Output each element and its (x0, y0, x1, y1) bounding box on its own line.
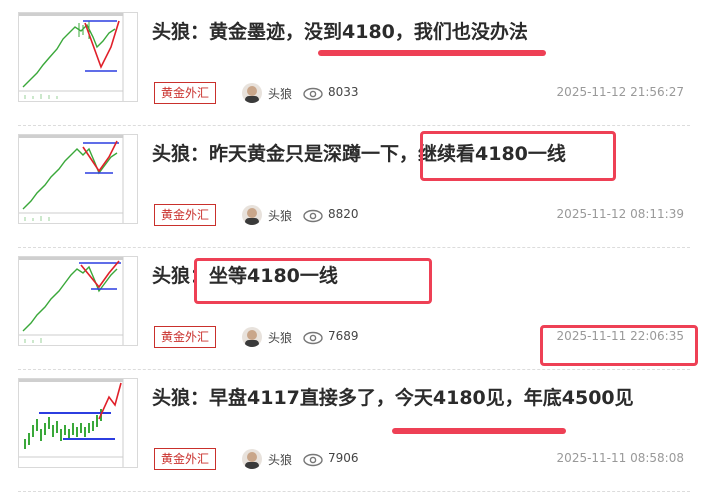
author-name[interactable]: 头狼 (268, 451, 292, 468)
author-avatar[interactable] (242, 449, 262, 469)
category-tag[interactable]: 黄金外汇 (154, 204, 217, 226)
chart-thumbnail-icon (19, 257, 137, 345)
publish-time: 2025-11-11 08:58:08 (556, 451, 684, 465)
article-thumbnail[interactable] (18, 256, 138, 346)
author-name[interactable]: 头狼 (268, 85, 292, 102)
article-thumbnail[interactable] (18, 12, 138, 102)
divider (18, 491, 690, 492)
underline-annotation (392, 428, 566, 434)
author-name[interactable]: 头狼 (268, 207, 292, 224)
chart-thumbnail-icon (19, 13, 137, 101)
author-avatar[interactable] (242, 83, 262, 103)
view-count: 7906 (328, 451, 359, 465)
box-annotation (194, 258, 432, 304)
category-tag[interactable]: 黄金外汇 (154, 448, 217, 470)
category-tag[interactable]: 黄金外汇 (154, 82, 217, 104)
article-title[interactable]: 头狼：黄金墨迹，没到4180，我们也没办法 (152, 12, 528, 52)
eye-icon (302, 330, 324, 349)
article-thumbnail[interactable] (18, 134, 138, 224)
article-item[interactable]: 头狼：黄金墨迹，没到4180，我们也没办法 黄金外汇 头狼 8033 2025-… (0, 4, 728, 126)
category-tag[interactable]: 黄金外汇 (154, 326, 217, 348)
author-name[interactable]: 头狼 (268, 329, 292, 346)
article-meta: 黄金外汇 头狼 7906 2025-11-11 08:58:08 (154, 448, 694, 472)
eye-icon (302, 86, 324, 105)
underline-annotation (318, 50, 546, 56)
publish-time: 2025-11-12 08:11:39 (556, 207, 684, 221)
publish-time: 2025-11-12 21:56:27 (556, 85, 684, 99)
chart-thumbnail-icon (19, 379, 137, 467)
box-annotation (420, 131, 616, 181)
article-item[interactable]: 头狼：早盘4117直接多了，今天4180见，年底4500见 黄金外汇 头狼 79… (0, 370, 728, 492)
view-count: 8820 (328, 207, 359, 221)
view-count: 7689 (328, 329, 359, 343)
article-thumbnail[interactable] (18, 378, 138, 468)
author-avatar[interactable] (242, 205, 262, 225)
eye-icon (302, 208, 324, 227)
author-avatar[interactable] (242, 327, 262, 347)
article-meta: 黄金外汇 头狼 8820 2025-11-12 08:11:39 (154, 204, 694, 228)
article-meta: 黄金外汇 头狼 8033 2025-11-12 21:56:27 (154, 82, 694, 106)
chart-thumbnail-icon (19, 135, 137, 223)
article-title[interactable]: 头狼：早盘4117直接多了，今天4180见，年底4500见 (152, 378, 634, 418)
view-count: 8033 (328, 85, 359, 99)
box-annotation (540, 325, 698, 366)
article-item[interactable]: 头狼：昨天黄金只是深蹲一下，继续看4180一线 黄金外汇 头狼 8820 202… (0, 126, 728, 248)
eye-icon (302, 452, 324, 471)
